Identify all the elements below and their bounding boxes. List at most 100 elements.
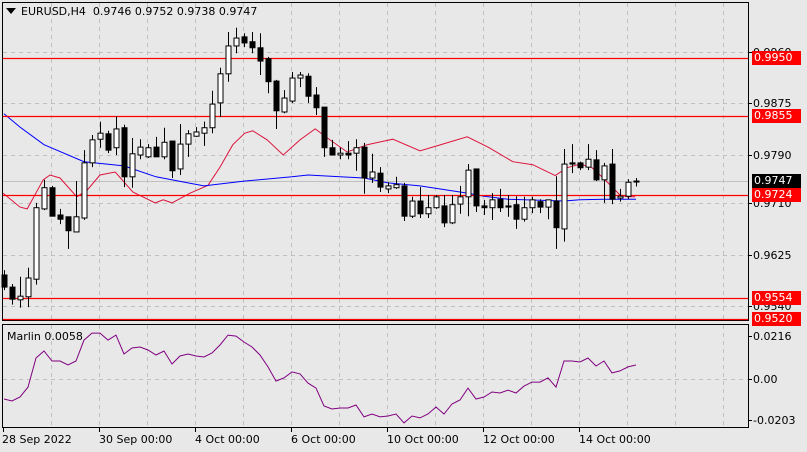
candle-bullish: [33, 207, 40, 280]
candle-bullish: [193, 131, 200, 137]
indicator-title: Marlin 0.0058: [7, 330, 83, 343]
candle-bearish: [361, 146, 368, 179]
candle-bearish: [65, 216, 72, 232]
candle-bearish: [401, 185, 408, 217]
price-level-label: 0.9950: [752, 51, 801, 65]
candle-bearish: [417, 200, 424, 215]
x-axis-label: 30 Sep 00:00: [99, 433, 173, 446]
candle-bullish: [137, 146, 144, 156]
candle-bearish: [577, 162, 584, 169]
candle-bearish: [473, 168, 480, 207]
candle-bullish: [625, 181, 632, 197]
candle-bearish: [313, 94, 320, 109]
candle-bearish: [537, 201, 544, 208]
candle-bullish: [161, 141, 168, 158]
symbol-label: EURUSD,H4: [21, 5, 86, 18]
candle-bearish: [609, 163, 616, 200]
candle-bullish: [97, 132, 104, 140]
marlin-line: [3, 332, 637, 424]
candle-bearish: [121, 127, 128, 178]
candle-bearish: [169, 140, 176, 172]
candle-bearish: [329, 147, 336, 156]
chart-canvas[interactable]: [0, 0, 807, 452]
candle-bullish: [217, 73, 224, 104]
candle-bullish: [489, 199, 496, 209]
candle-bearish: [345, 152, 352, 156]
slow-ma-line: [3, 113, 636, 202]
candle-bullish: [17, 295, 24, 301]
collapse-triangle-icon[interactable]: [6, 8, 16, 14]
candle-bullish: [465, 169, 472, 198]
candle-bearish: [1, 274, 8, 288]
candle-bullish: [385, 185, 392, 190]
candle-bearish: [273, 80, 280, 112]
candle-bullish: [201, 127, 208, 134]
candle-bullish: [145, 147, 152, 158]
candle-bearish: [249, 41, 256, 49]
candle-bearish: [57, 214, 64, 220]
candle-bearish: [49, 187, 56, 217]
candle-bullish: [617, 195, 624, 199]
candle-bullish: [225, 45, 232, 75]
candle-bullish: [209, 103, 216, 129]
indicator-frame: [2, 324, 749, 428]
candle-bearish: [441, 205, 448, 224]
candle-bearish: [505, 205, 512, 208]
fast-ma-line: [2, 128, 636, 210]
candle-bullish: [433, 196, 440, 209]
candle-bullish: [457, 196, 464, 205]
candle-bullish: [529, 199, 536, 209]
y-axis-label: 0.9625: [753, 248, 792, 262]
candle-bearish: [9, 286, 16, 300]
candle-bullish: [633, 180, 640, 183]
candle-bullish: [81, 162, 88, 219]
candle-bullish: [425, 207, 432, 215]
price-level-label: 0.9724: [752, 188, 801, 202]
x-axis-label: 14 Oct 00:00: [579, 433, 651, 446]
candle-bearish: [593, 159, 600, 181]
x-axis-label: 10 Oct 00:00: [387, 433, 459, 446]
candle-bearish: [257, 47, 264, 62]
candle-bullish: [281, 97, 288, 113]
candle-bullish: [129, 153, 136, 178]
y-axis-label: 0.9790: [753, 148, 792, 162]
candle-bullish: [177, 143, 184, 170]
candle-bearish: [265, 58, 272, 83]
candle-bullish: [393, 184, 400, 189]
candle-bearish: [481, 205, 488, 209]
indicator-axis-label: 0.00: [753, 372, 778, 386]
candle-bullish: [113, 128, 120, 149]
candle-bullish: [561, 163, 568, 230]
candle-bearish: [569, 162, 576, 165]
candle-bearish: [105, 133, 112, 151]
candle-bearish: [377, 172, 384, 188]
candle-bearish: [513, 204, 520, 220]
x-axis-label: 28 Sep 2022: [2, 433, 72, 446]
chart-header: EURUSD,H4 0.9746 0.9752 0.9738 0.9747: [6, 5, 257, 18]
candle-bearish: [553, 200, 560, 229]
candle-bullish: [337, 152, 344, 156]
y-axis-label: 0.9875: [753, 96, 792, 110]
candle-bullish: [409, 200, 416, 217]
candle-bullish: [369, 171, 376, 179]
x-axis-label: 6 Oct 00:00: [291, 433, 356, 446]
candle-bullish: [233, 37, 240, 47]
x-axis-label: 12 Oct 00:00: [483, 433, 555, 446]
main-chart-frame: [2, 2, 749, 321]
candle-bullish: [449, 204, 456, 224]
price-level-label: 0.9855: [752, 109, 801, 123]
candle-bullish: [601, 165, 608, 181]
candle-bullish: [41, 187, 48, 210]
candle-bearish: [321, 106, 328, 149]
ohlc-values: 0.9746 0.9752 0.9738 0.9747: [92, 5, 258, 18]
candle-bullish: [545, 199, 552, 208]
candle-bearish: [497, 198, 504, 209]
candle-bullish: [73, 216, 80, 233]
candle-bullish: [185, 133, 192, 145]
x-axis-label: 4 Oct 00:00: [195, 433, 260, 446]
indicator-axis-label: 0.0216: [753, 329, 792, 343]
price-level-label: 0.9554: [752, 291, 801, 305]
candle-bullish: [289, 77, 296, 102]
candle-bullish: [89, 139, 96, 164]
candle-bullish: [25, 277, 32, 298]
